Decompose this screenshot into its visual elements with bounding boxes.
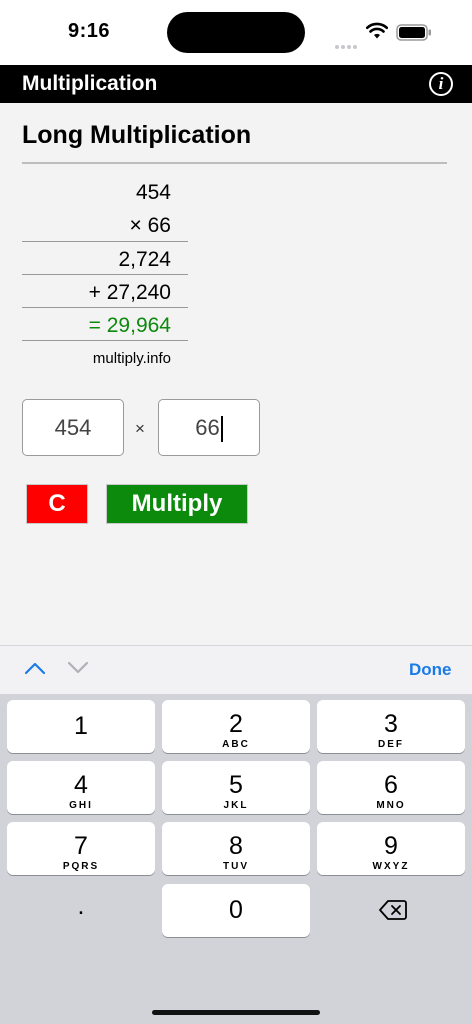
key-9[interactable]: 9 WXYZ — [317, 822, 465, 875]
key-digit: 1 — [74, 712, 88, 740]
calc-divider — [22, 274, 188, 275]
multiplicand: 454 — [135, 181, 171, 204]
key-digit: 5 — [229, 771, 243, 799]
battery-icon — [396, 24, 431, 41]
key-digit: 3 — [384, 710, 398, 738]
signal-dots-icon — [335, 36, 361, 49]
key-8[interactable]: 8 TUV — [162, 822, 310, 875]
info-icon[interactable]: i — [429, 72, 453, 96]
key-letters: ABC — [222, 739, 250, 750]
key-0[interactable]: 0 — [162, 884, 310, 937]
key-digit: 6 — [384, 771, 398, 799]
multiply-button[interactable]: Multiply — [106, 484, 248, 524]
key-letters: JKL — [223, 800, 249, 811]
wifi-icon — [366, 22, 388, 39]
key-digit: 7 — [74, 832, 88, 860]
calc-divider — [22, 241, 188, 242]
clear-button[interactable]: C — [26, 484, 88, 524]
status-time: 9:16 — [68, 20, 111, 42]
heading-divider — [22, 162, 447, 164]
key-digit: 8 — [229, 832, 243, 860]
key-1[interactable]: 1 — [7, 700, 155, 753]
key-letters: GHI — [69, 800, 93, 811]
backspace-icon — [379, 900, 407, 920]
key-2[interactable]: 2 ABC — [162, 700, 310, 753]
calc-divider — [22, 307, 188, 308]
key-letters: DEF — [378, 739, 404, 750]
key-decimal-point[interactable]: . — [7, 884, 155, 937]
second-number-input[interactable]: 66 — [158, 399, 260, 456]
numeric-keypad: 1 2 ABC 3 DEF 4 GHI 5 JKL 6 MNO 7 PQRS 8… — [0, 694, 472, 1024]
dynamic-island — [167, 12, 305, 53]
key-digit: 2 — [229, 710, 243, 738]
status-bar: 9:16 — [0, 0, 472, 65]
key-letters: PQRS — [62, 861, 100, 872]
first-number-value: 454 — [54, 415, 92, 440]
app-title: Multiplication — [22, 72, 158, 95]
key-6[interactable]: 6 MNO — [317, 761, 465, 814]
keyboard-toolbar: Done — [0, 645, 472, 694]
key-digit: 0 — [229, 896, 243, 924]
partial-product-1: 2,724 — [118, 248, 171, 271]
key-letters: WXYZ — [372, 861, 410, 872]
key-7[interactable]: 7 PQRS — [7, 822, 155, 875]
key-4[interactable]: 4 GHI — [7, 761, 155, 814]
first-number-input[interactable]: 454 — [22, 399, 124, 456]
partial-product-2: + 27,240 — [88, 281, 171, 304]
done-button[interactable]: Done — [409, 660, 452, 680]
calc-divider — [22, 340, 188, 341]
site-credit: multiply.info — [92, 350, 171, 367]
page-title: Long Multiplication — [22, 121, 252, 149]
result-line: = 29,964 — [88, 314, 171, 337]
times-sign: × — [135, 419, 145, 438]
key-letters: TUV — [223, 861, 249, 872]
key-5[interactable]: 5 JKL — [162, 761, 310, 814]
chevron-down-icon[interactable] — [67, 661, 89, 675]
text-caret — [220, 416, 223, 443]
key-letters: MNO — [376, 800, 406, 811]
delete-key[interactable] — [316, 884, 464, 937]
home-indicator — [152, 1010, 320, 1015]
second-number-value: 66 — [195, 415, 220, 440]
chevron-up-icon[interactable] — [24, 661, 46, 675]
key-digit: 4 — [74, 771, 88, 799]
key-digit: 9 — [384, 832, 398, 860]
key-3[interactable]: 3 DEF — [317, 700, 465, 753]
app-header: Multiplication — [0, 65, 472, 103]
multiplier-line: × 66 — [129, 214, 171, 237]
